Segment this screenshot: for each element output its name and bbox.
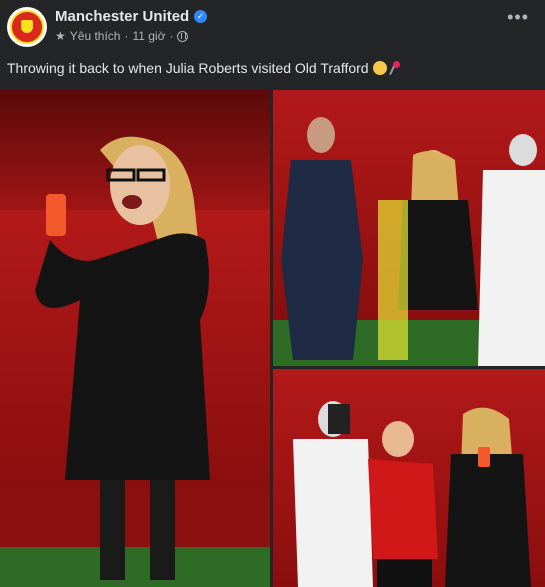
woman-figure xyxy=(35,136,210,580)
more-icon: ••• xyxy=(507,7,529,27)
page-name-row: Manchester United ✓ xyxy=(55,8,208,25)
liked-label: Yêu thích xyxy=(69,29,121,43)
julia-roberts-phone-photo[interactable] xyxy=(0,90,270,587)
meta-separator: · xyxy=(124,29,129,43)
star-icon: ★ xyxy=(55,29,66,43)
julia-roberts-with-player-photo[interactable] xyxy=(273,90,545,366)
more-options-button[interactable]: ••• xyxy=(507,7,529,27)
julia-roberts-with-boy-photo[interactable] xyxy=(273,369,545,587)
lollipop-icon xyxy=(389,61,401,75)
post-time[interactable]: 11 giờ xyxy=(132,29,165,43)
verified-badge-icon: ✓ xyxy=(194,10,208,23)
group-figures xyxy=(281,117,545,366)
grinning-face-icon xyxy=(372,61,387,75)
post-header: Manchester United ✓ ★ Yêu thích · 11 giờ… xyxy=(0,0,545,52)
globe-icon xyxy=(177,30,189,42)
post-meta: ★ Yêu thích · 11 giờ · xyxy=(55,29,189,43)
post-caption: Throwing it back to when Julia Roberts v… xyxy=(7,60,401,76)
club-crest-icon xyxy=(10,10,44,44)
boy-and-photographer-figures xyxy=(293,401,531,587)
caption-text: Throwing it back to when Julia Roberts v… xyxy=(7,60,369,76)
meta-separator: · xyxy=(169,29,174,43)
page-name[interactable]: Manchester United xyxy=(55,8,189,25)
page-avatar[interactable] xyxy=(7,7,47,47)
